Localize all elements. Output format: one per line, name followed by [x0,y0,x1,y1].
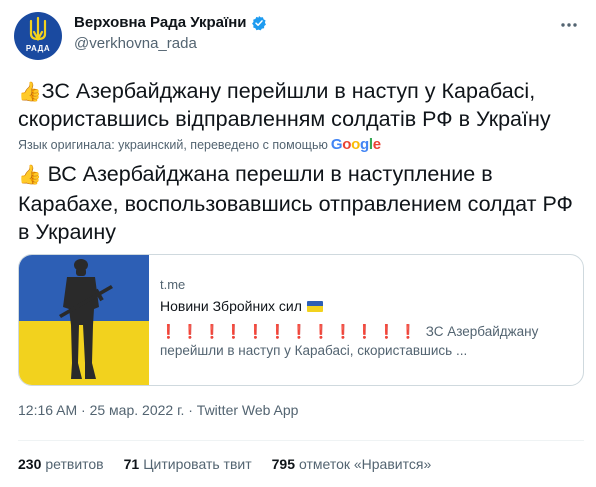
card-domain: t.me [160,277,186,292]
likes-label: отметок «Нравится» [298,456,432,472]
exclamation-icons: ❗❗❗❗❗❗❗❗❗❗❗❗ [160,324,422,339]
card-title: Новини Збройних сил [160,298,570,314]
card-description: ❗❗❗❗❗❗❗❗❗❗❗❗ ЗС Азербайджану перейшли в н… [160,322,570,360]
card-image [19,255,149,385]
quotes-count: 71 [123,456,140,472]
retweets-count: 230 [18,456,42,472]
avatar[interactable]: РАДА [14,12,62,60]
retweets-stat[interactable]: 230 ретвитов [18,456,104,472]
divider [18,440,584,441]
quotes-stat[interactable]: 71 Цитировать твит [124,456,252,472]
engagement-stats: 230 ретвитов 71 Цитировать твит 795 отметок… [18,456,451,472]
tweet-original-text: 👍ЗС Азербайджану перейшли в наступ у Кар… [18,78,588,132]
card-body: t.me Новини Збройних сил ❗❗❗❗❗❗❗❗❗❗❗❗ ЗС … [160,277,570,360]
likes-count: 795 [271,456,295,472]
translation-note-text: Язык оригинала: украинский, переведено с… [18,137,328,152]
author-name-row: Верховна Рада України [74,14,267,31]
translated-text-body: ВС Азербайджана перешли в наступление в … [18,162,573,244]
tweet-header: РАДА Верховна Рада України @verkhovna_ra… [14,12,582,62]
retweets-label: ретвитов [45,456,104,472]
author-handle[interactable]: @verkhovna_rada [74,35,197,52]
likes-stat[interactable]: 795 отметок «Нравится» [272,456,432,472]
card-title-text: Новини Збройних сил [160,298,302,314]
tweet-timestamp[interactable]: 12:16 AM · 25 мар. 2022 г. · Twitter Web… [18,402,298,418]
verified-badge-icon [251,15,266,30]
original-text-body: ЗС Азербайджану перейшли в наступ у Кара… [18,79,551,131]
tweet-translated-text: 👍 ВС Азербайджана перешли в наступление … [18,160,588,246]
soldier-silhouette-icon [59,259,113,379]
quotes-label: Цитировать твит [143,456,252,472]
more-options-icon[interactable] [558,14,580,36]
translation-note: Язык оригинала: украинский, переведено с… [18,136,381,153]
link-preview-card[interactable]: t.me Новини Збройних сил ❗❗❗❗❗❗❗❗❗❗❗❗ ЗС … [18,254,584,386]
ukraine-flag-icon [306,300,323,312]
author-display-name[interactable]: Верховна Рада України [74,14,247,31]
thumbs-up-icon: 👍 [18,82,42,103]
avatar-label: РАДА [25,44,51,53]
thumbs-up-icon: 👍 [18,165,42,186]
google-logo[interactable]: Google [331,136,381,153]
